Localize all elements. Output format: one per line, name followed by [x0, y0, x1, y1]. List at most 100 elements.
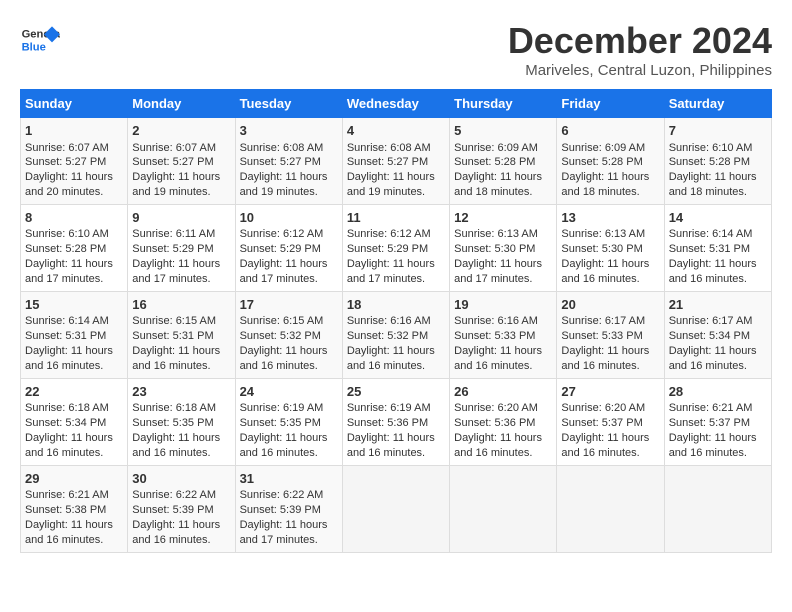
empty-cell [664, 465, 771, 552]
sunset-label: Sunset: 5:34 PM [25, 417, 106, 429]
column-header-wednesday: Wednesday [342, 90, 449, 118]
day-cell-10: 10 Sunrise: 6:12 AM Sunset: 5:29 PM Dayl… [235, 204, 342, 291]
day-cell-17: 17 Sunrise: 6:15 AM Sunset: 5:32 PM Dayl… [235, 291, 342, 378]
daylight-label: Daylight: 11 hours and 16 minutes. [669, 432, 757, 459]
sunset-label: Sunset: 5:37 PM [561, 417, 642, 429]
daylight-label: Daylight: 11 hours and 16 minutes. [561, 432, 649, 459]
logo: General Blue [20, 20, 60, 60]
sunset-label: Sunset: 5:30 PM [454, 243, 535, 255]
day-cell-15: 15 Sunrise: 6:14 AM Sunset: 5:31 PM Dayl… [21, 291, 128, 378]
calendar-week-2: 8 Sunrise: 6:10 AM Sunset: 5:28 PM Dayli… [21, 204, 772, 291]
sunset-label: Sunset: 5:37 PM [669, 417, 750, 429]
sunrise-label: Sunrise: 6:18 AM [132, 402, 216, 414]
day-cell-25: 25 Sunrise: 6:19 AM Sunset: 5:36 PM Dayl… [342, 378, 449, 465]
day-number: 10 [240, 209, 338, 227]
sunset-label: Sunset: 5:28 PM [669, 156, 750, 168]
day-number: 14 [669, 209, 767, 227]
sunset-label: Sunset: 5:33 PM [561, 330, 642, 342]
daylight-label: Daylight: 11 hours and 19 minutes. [347, 171, 435, 198]
daylight-label: Daylight: 11 hours and 16 minutes. [561, 345, 649, 372]
sunrise-label: Sunrise: 6:16 AM [454, 315, 538, 327]
sunrise-label: Sunrise: 6:12 AM [240, 228, 324, 240]
daylight-label: Daylight: 11 hours and 19 minutes. [132, 171, 220, 198]
daylight-label: Daylight: 11 hours and 18 minutes. [561, 171, 649, 198]
sunrise-label: Sunrise: 6:11 AM [132, 228, 215, 240]
sunset-label: Sunset: 5:27 PM [132, 156, 213, 168]
day-number: 20 [561, 296, 659, 314]
sunrise-label: Sunrise: 6:09 AM [454, 142, 538, 154]
sunset-label: Sunset: 5:35 PM [132, 417, 213, 429]
sunset-label: Sunset: 5:32 PM [240, 330, 321, 342]
daylight-label: Daylight: 11 hours and 16 minutes. [25, 519, 113, 546]
sunset-label: Sunset: 5:36 PM [454, 417, 535, 429]
sunset-label: Sunset: 5:38 PM [25, 504, 106, 516]
sunrise-label: Sunrise: 6:13 AM [561, 228, 645, 240]
day-cell-2: 2 Sunrise: 6:07 AM Sunset: 5:27 PM Dayli… [128, 118, 235, 205]
day-cell-30: 30 Sunrise: 6:22 AM Sunset: 5:39 PM Dayl… [128, 465, 235, 552]
column-header-saturday: Saturday [664, 90, 771, 118]
day-number: 31 [240, 470, 338, 488]
day-cell-7: 7 Sunrise: 6:10 AM Sunset: 5:28 PM Dayli… [664, 118, 771, 205]
day-number: 23 [132, 383, 230, 401]
day-number: 13 [561, 209, 659, 227]
sunset-label: Sunset: 5:33 PM [454, 330, 535, 342]
day-cell-6: 6 Sunrise: 6:09 AM Sunset: 5:28 PM Dayli… [557, 118, 664, 205]
sunset-label: Sunset: 5:31 PM [132, 330, 213, 342]
day-number: 26 [454, 383, 552, 401]
sunset-label: Sunset: 5:31 PM [669, 243, 750, 255]
sunrise-label: Sunrise: 6:20 AM [561, 402, 645, 414]
day-cell-24: 24 Sunrise: 6:19 AM Sunset: 5:35 PM Dayl… [235, 378, 342, 465]
sunrise-label: Sunrise: 6:17 AM [669, 315, 753, 327]
day-cell-29: 29 Sunrise: 6:21 AM Sunset: 5:38 PM Dayl… [21, 465, 128, 552]
column-header-thursday: Thursday [450, 90, 557, 118]
day-number: 6 [561, 122, 659, 140]
sunrise-label: Sunrise: 6:14 AM [25, 315, 109, 327]
daylight-label: Daylight: 11 hours and 18 minutes. [669, 171, 757, 198]
sunrise-label: Sunrise: 6:21 AM [669, 402, 753, 414]
day-number: 29 [25, 470, 123, 488]
daylight-label: Daylight: 11 hours and 16 minutes. [669, 345, 757, 372]
sunset-label: Sunset: 5:34 PM [669, 330, 750, 342]
sunrise-label: Sunrise: 6:19 AM [240, 402, 324, 414]
daylight-label: Daylight: 11 hours and 17 minutes. [132, 258, 220, 285]
sunset-label: Sunset: 5:28 PM [561, 156, 642, 168]
day-number: 8 [25, 209, 123, 227]
title-block: December 2024 Mariveles, Central Luzon, … [508, 20, 772, 79]
day-number: 4 [347, 122, 445, 140]
sunrise-label: Sunrise: 6:18 AM [25, 402, 109, 414]
sunset-label: Sunset: 5:32 PM [347, 330, 428, 342]
sunrise-label: Sunrise: 6:12 AM [347, 228, 431, 240]
day-number: 2 [132, 122, 230, 140]
day-number: 25 [347, 383, 445, 401]
sunrise-label: Sunrise: 6:10 AM [669, 142, 753, 154]
day-cell-14: 14 Sunrise: 6:14 AM Sunset: 5:31 PM Dayl… [664, 204, 771, 291]
day-cell-9: 9 Sunrise: 6:11 AM Sunset: 5:29 PM Dayli… [128, 204, 235, 291]
sunrise-label: Sunrise: 6:17 AM [561, 315, 645, 327]
day-cell-8: 8 Sunrise: 6:10 AM Sunset: 5:28 PM Dayli… [21, 204, 128, 291]
daylight-label: Daylight: 11 hours and 16 minutes. [132, 519, 220, 546]
svg-text:Blue: Blue [22, 41, 46, 53]
daylight-label: Daylight: 11 hours and 16 minutes. [240, 345, 328, 372]
day-number: 27 [561, 383, 659, 401]
calendar-week-4: 22 Sunrise: 6:18 AM Sunset: 5:34 PM Dayl… [21, 378, 772, 465]
sunrise-label: Sunrise: 6:22 AM [240, 489, 324, 501]
day-number: 21 [669, 296, 767, 314]
daylight-label: Daylight: 11 hours and 16 minutes. [669, 258, 757, 285]
location: Mariveles, Central Luzon, Philippines [508, 62, 772, 79]
daylight-label: Daylight: 11 hours and 17 minutes. [454, 258, 542, 285]
day-cell-4: 4 Sunrise: 6:08 AM Sunset: 5:27 PM Dayli… [342, 118, 449, 205]
sunrise-label: Sunrise: 6:08 AM [240, 142, 324, 154]
sunset-label: Sunset: 5:28 PM [25, 243, 106, 255]
sunrise-label: Sunrise: 6:19 AM [347, 402, 431, 414]
daylight-label: Daylight: 11 hours and 16 minutes. [561, 258, 649, 285]
daylight-label: Daylight: 11 hours and 16 minutes. [240, 432, 328, 459]
sunrise-label: Sunrise: 6:13 AM [454, 228, 538, 240]
day-number: 9 [132, 209, 230, 227]
day-cell-21: 21 Sunrise: 6:17 AM Sunset: 5:34 PM Dayl… [664, 291, 771, 378]
column-header-sunday: Sunday [21, 90, 128, 118]
sunset-label: Sunset: 5:28 PM [454, 156, 535, 168]
day-number: 1 [25, 122, 123, 140]
day-cell-18: 18 Sunrise: 6:16 AM Sunset: 5:32 PM Dayl… [342, 291, 449, 378]
daylight-label: Daylight: 11 hours and 18 minutes. [454, 171, 542, 198]
sunset-label: Sunset: 5:29 PM [347, 243, 428, 255]
